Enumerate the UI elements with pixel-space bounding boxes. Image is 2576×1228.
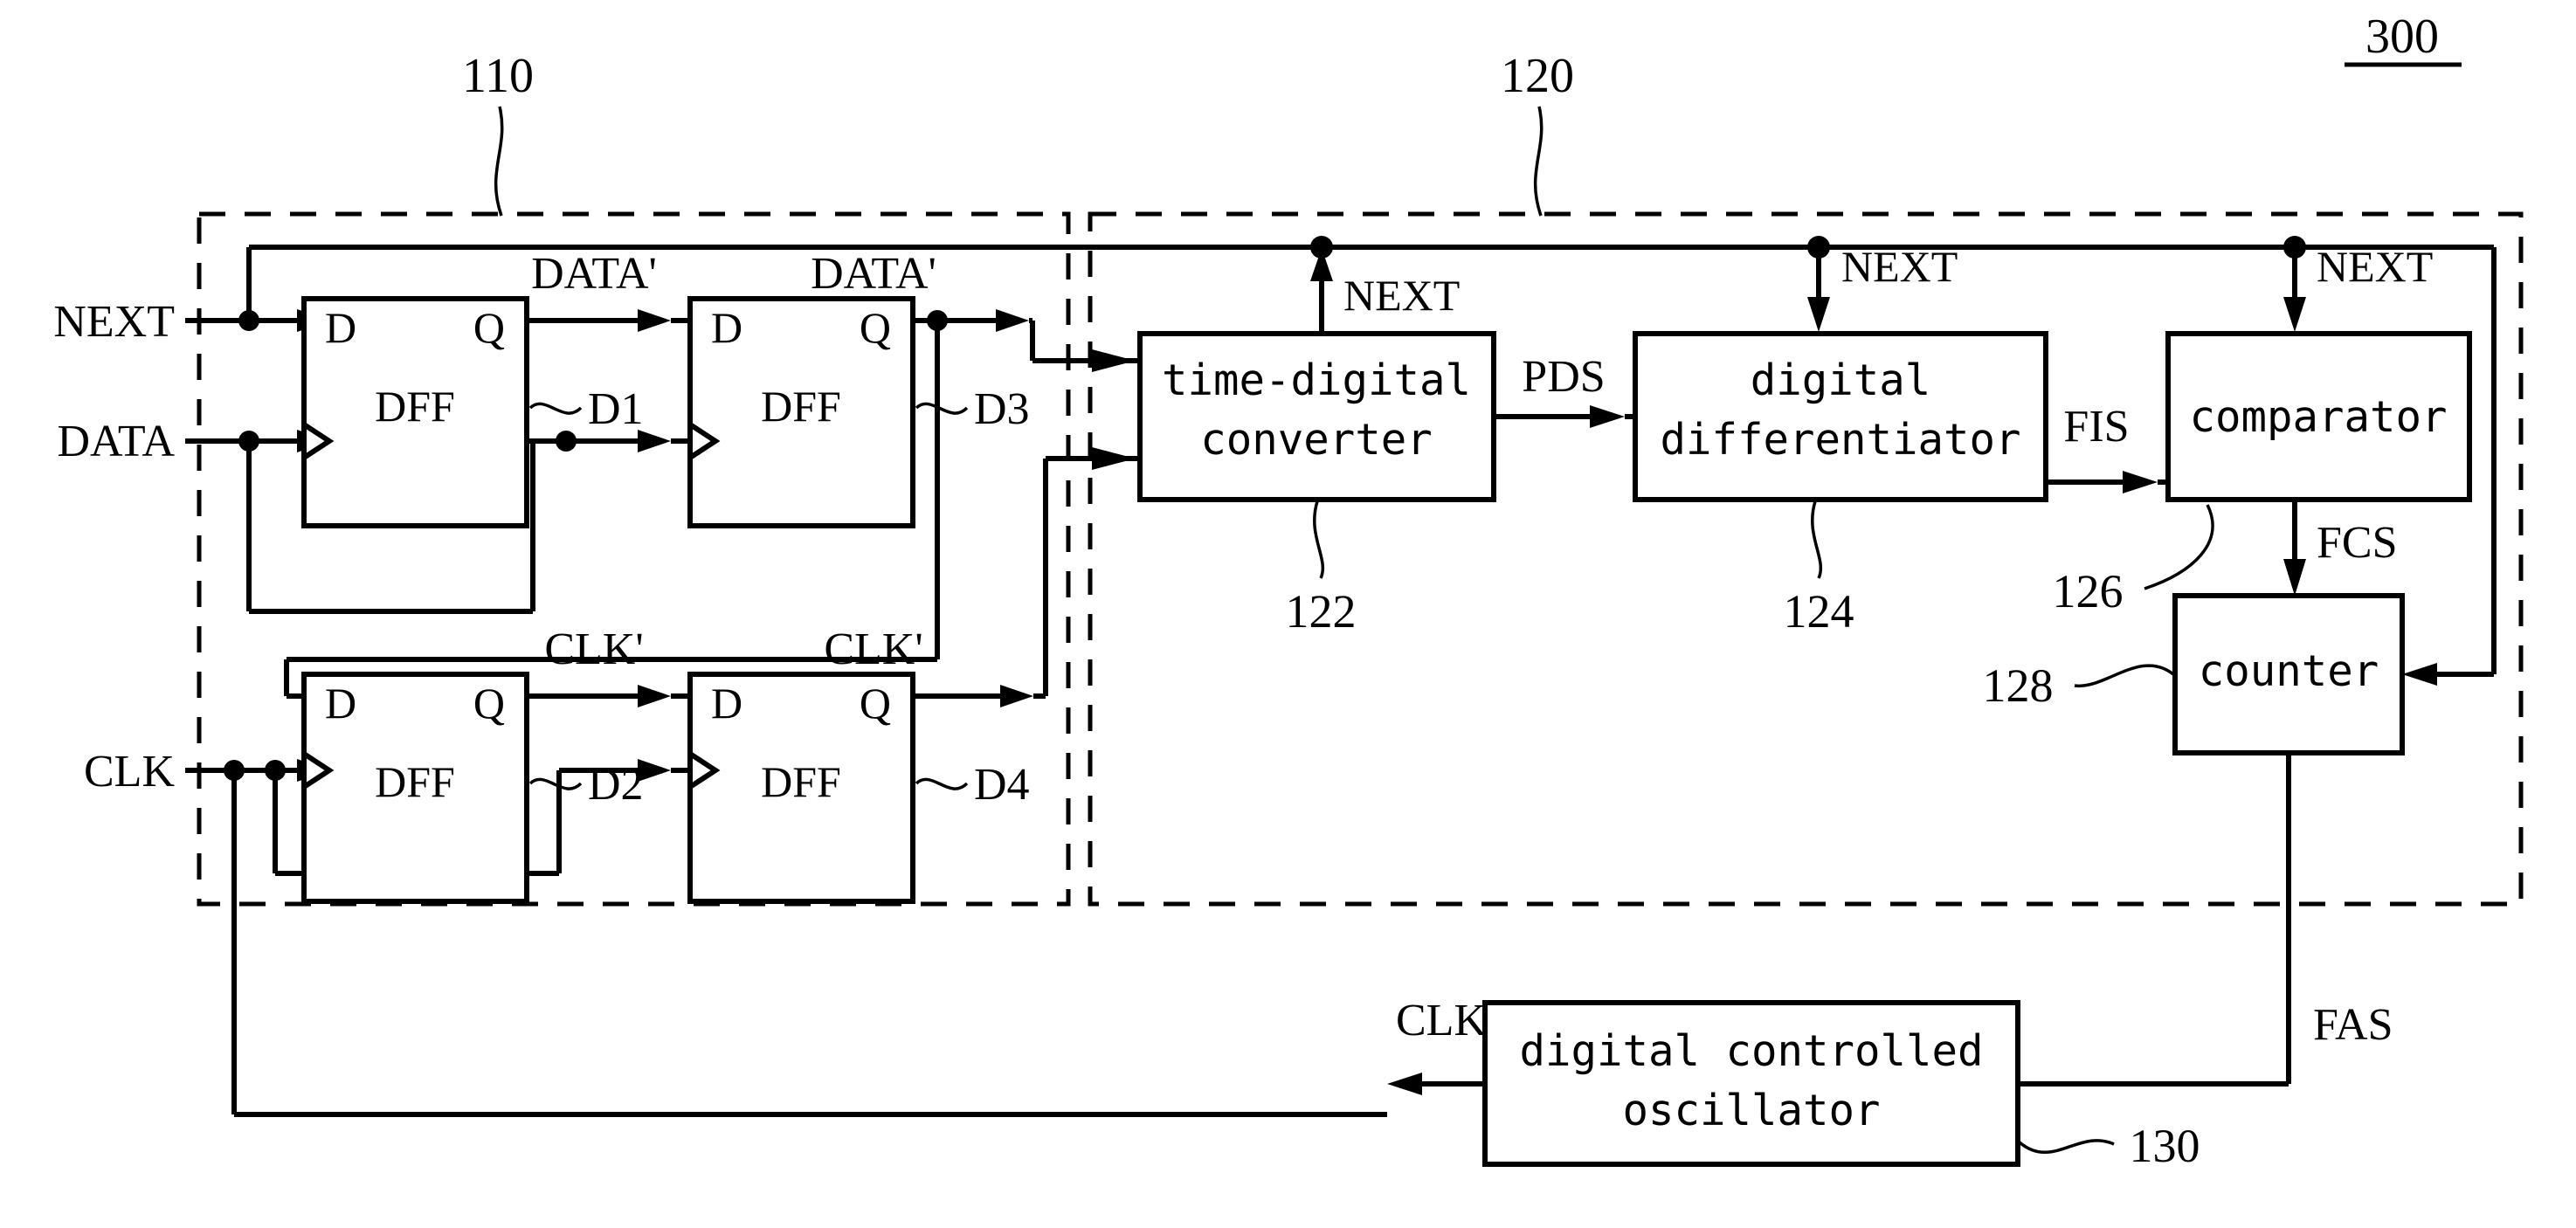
dff-d3-title: DFF [761, 382, 841, 431]
counter-line1: counter [2199, 646, 2379, 696]
ref-callout-d2: D2 [528, 760, 644, 810]
ref-callout-110: 110 [462, 49, 534, 217]
dff-block-d1: D Q DFF [301, 296, 529, 528]
dff-d2-d-label: D [325, 679, 356, 728]
ref-label-128: 128 [1983, 659, 2054, 712]
dco-line2: oscillator [1622, 1086, 1880, 1135]
dff-d2-title: DFF [375, 757, 455, 806]
diagram-canvas: 300 110 120 NEXT DATA CLK D Q DFF D1 DAT… [0, 0, 2576, 1228]
dff-d4-title: DFF [761, 757, 841, 806]
ref-callout-d3: D3 [915, 384, 1030, 434]
input-label-data: DATA [58, 417, 176, 466]
diff-line1: digital [1751, 355, 1931, 405]
wire-next-to-tdc: NEXT [1310, 236, 1460, 334]
diff-line2: differentiator [1660, 415, 2020, 465]
signal-label-next-diff: NEXT [1841, 242, 1958, 291]
ref-callout-d4: D4 [915, 760, 1030, 810]
ref-label-110: 110 [462, 49, 534, 103]
signal-label-clk-out: CLK [1396, 996, 1487, 1045]
ref-label-124: 124 [1784, 585, 1854, 638]
block-comparator: comparator [2165, 331, 2472, 502]
wire-fcs: FCS [2283, 500, 2398, 596]
dff-block-d3: D Q DFF [687, 296, 915, 528]
signal-label-clk-prime-2: CLK' [824, 624, 922, 674]
block-digital-differentiator: digital differentiator [1633, 331, 2048, 502]
ref-label-d2: D2 [588, 760, 644, 810]
dff-d4-d-label: D [711, 679, 742, 728]
block-counter: counter [2172, 593, 2405, 755]
tdc-line1: time-digital [1162, 355, 1471, 405]
figure-number-300: 300 [2345, 10, 2462, 67]
dff-d4-q-label: Q [860, 679, 891, 728]
wire-fis: FIS [2046, 402, 2168, 493]
signal-label-next-tdc: NEXT [1343, 271, 1460, 320]
ref-label-120: 120 [1501, 49, 1574, 103]
dff-d1-d-label: D [325, 303, 356, 352]
input-label-next: NEXT [53, 297, 175, 347]
signal-label-pds: PDS [1522, 352, 1605, 402]
wire-next-to-comparator: NEXT [2283, 236, 2433, 332]
figure-number-label: 300 [2365, 10, 2439, 64]
ref-label-d4: D4 [974, 760, 1030, 810]
wire-clk-out: CLK [1387, 996, 1487, 1095]
ref-label-d1: D1 [588, 384, 644, 434]
ref-label-122: 122 [1286, 585, 1357, 638]
dff-block-d2: D Q DFF [301, 672, 529, 904]
ref-callout-120: 120 [1501, 49, 1574, 217]
dff-d1-q-label: Q [473, 303, 505, 352]
dashed-region-120 [1088, 211, 2524, 907]
ref-label-130: 130 [2130, 1120, 2200, 1172]
signal-label-data-prime-2: DATA' [811, 249, 936, 299]
dff-d3-q-label: Q [860, 303, 891, 352]
ref-label-d3: D3 [974, 384, 1030, 434]
block-dco: digital controlled oscillator [1482, 1000, 2020, 1167]
signal-label-fas: FAS [2313, 1000, 2393, 1050]
signal-label-fcs: FCS [2317, 518, 2398, 568]
signal-label-clk-prime-1: CLK' [544, 624, 643, 674]
dff-block-d4: D Q DFF [687, 672, 915, 904]
ref-label-126: 126 [2053, 565, 2124, 617]
signal-label-data-prime-1: DATA' [531, 249, 657, 299]
wire-d1q-to-d3d: DATA' [527, 249, 690, 332]
ref-callout-130: 130 [2018, 1120, 2200, 1172]
ref-callout-124: 124 [1784, 500, 1854, 638]
ref-callout-128: 128 [1983, 659, 2175, 712]
wire-fas: FAS [1964, 753, 2393, 1095]
wire-next-to-differentiator: NEXT [1807, 236, 1958, 332]
signal-label-fis: FIS [2063, 402, 2129, 452]
input-label-clk: CLK [84, 747, 175, 797]
ref-callout-d1: D1 [528, 384, 644, 434]
wire-pds: PDS [1494, 352, 1635, 428]
dff-d1-title: DFF [375, 382, 455, 431]
ref-callout-122: 122 [1286, 500, 1357, 638]
wire-d2q-to-d4d: CLK' [527, 624, 690, 707]
block-time-digital-converter: time-digital converter [1137, 331, 1496, 502]
dff-d3-d-label: D [711, 303, 742, 352]
dco-line1: digital controlled [1519, 1026, 1983, 1076]
dff-d2-q-label: Q [473, 679, 505, 728]
tdc-line2: converter [1200, 415, 1433, 465]
comparator-line1: comparator [2189, 392, 2447, 442]
signal-label-next-comp: NEXT [2317, 242, 2433, 291]
